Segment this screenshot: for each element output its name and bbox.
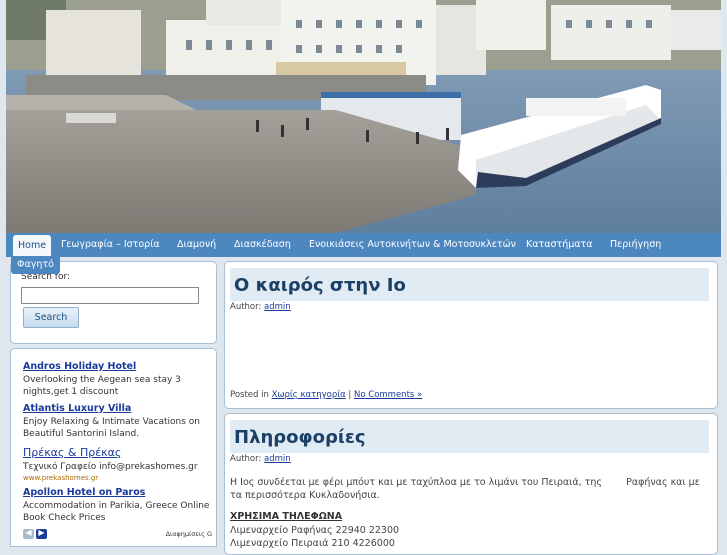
ads-widget: Andros Holiday Hotel Overlooking the Aeg… [10,348,217,547]
nav-item-shops[interactable]: Καταστήματα [526,233,593,257]
ads-by-label[interactable]: Διαφημίσεις G [166,530,212,538]
meta-separator: | [348,390,352,400]
phone-line: Λιμεναρχείο Ραφήνας 22940 22300 [230,525,400,536]
nav-item-car-moto-rentals[interactable]: Ενοικιάσεις Αυτοκινήτων & Μοτοσυκλετών [309,233,516,257]
post-meta: Posted in Χωρίς κατηγορία | No Comments … [230,390,422,400]
author-label: Author: [230,454,262,464]
phones-heading: ΧΡΗΣΙΜΑ ΤΗΛΕΦΩΝΑ [230,511,343,522]
post-title-bar: Πληροφορίες [230,420,709,453]
nav-item-food[interactable]: Φαγητό [11,256,60,274]
author-link[interactable]: admin [264,302,291,312]
category-link[interactable]: Χωρίς κατηγορία [272,390,346,400]
search-button[interactable]: Search [23,307,79,328]
phone-line: Λιμεναρχείο Πειραιά 210 4226000 [230,538,395,549]
nav-item-tour[interactable]: Περιήγηση [610,233,661,257]
ad-text: Accommodation in Parikia, Greece Online … [23,501,210,523]
ad-title[interactable]: Andros Holiday Hotel [23,361,136,372]
chevron-left-icon: ◀ [25,528,32,537]
post: Ο καιρός στην Ιο Author: admin Posted in… [224,261,718,409]
author-label: Author: [230,302,262,312]
ad-text: Enjoy Relaxing & Intimate Vacations on B… [23,417,201,439]
post-author: Author: admin [230,454,291,464]
ads-next-button[interactable]: ▶ [36,528,47,539]
nav-item-home[interactable]: Home [13,235,52,257]
post-title-bar: Ο καιρός στην Ιο [230,268,709,301]
post-author: Author: admin [230,302,291,312]
ad-url[interactable]: www.prekashomes.gr [23,474,98,482]
chevron-right-icon: ▶ [38,528,45,537]
ad-text: Τεχνικό Γραφείο info@prekashomes.gr [23,462,198,472]
ad-text: Overlooking the Aegean sea stay 3 nights… [23,375,181,397]
comments-link[interactable]: No Comments » [354,390,422,400]
nav-item-accommodation[interactable]: Διαμονή [177,233,216,257]
nav-item-geography-history[interactable]: Γεωγραφία – Ιστορία [61,233,160,257]
post-body: Η Ιος συνδέεται με φέρι μπόυτ και με ταχ… [230,477,703,501]
ad-title[interactable]: Atlantis Luxury Villa [23,403,131,414]
ad-title[interactable]: Apollon Hotel on Paros [23,487,145,498]
post-title[interactable]: Πληροφορίες [234,427,366,448]
ads-prev-button[interactable]: ◀ [23,528,34,539]
header-photo [6,0,721,233]
search-input[interactable] [21,287,199,304]
harbour-photo-illustration [6,0,721,233]
main-nav: Home Γεωγραφία – Ιστορία Διαμονή Διασκέδ… [6,233,721,257]
post: Πληροφορίες Author: admin Η Ιος συνδέετα… [224,413,718,555]
author-link[interactable]: admin [264,454,291,464]
post-title[interactable]: Ο καιρός στην Ιο [234,275,406,296]
ad-title[interactable]: Πρέκας & Πρέκας [23,446,121,459]
posted-in-label: Posted in [230,390,269,400]
nav-item-entertainment[interactable]: Διασκέδαση [234,233,291,257]
